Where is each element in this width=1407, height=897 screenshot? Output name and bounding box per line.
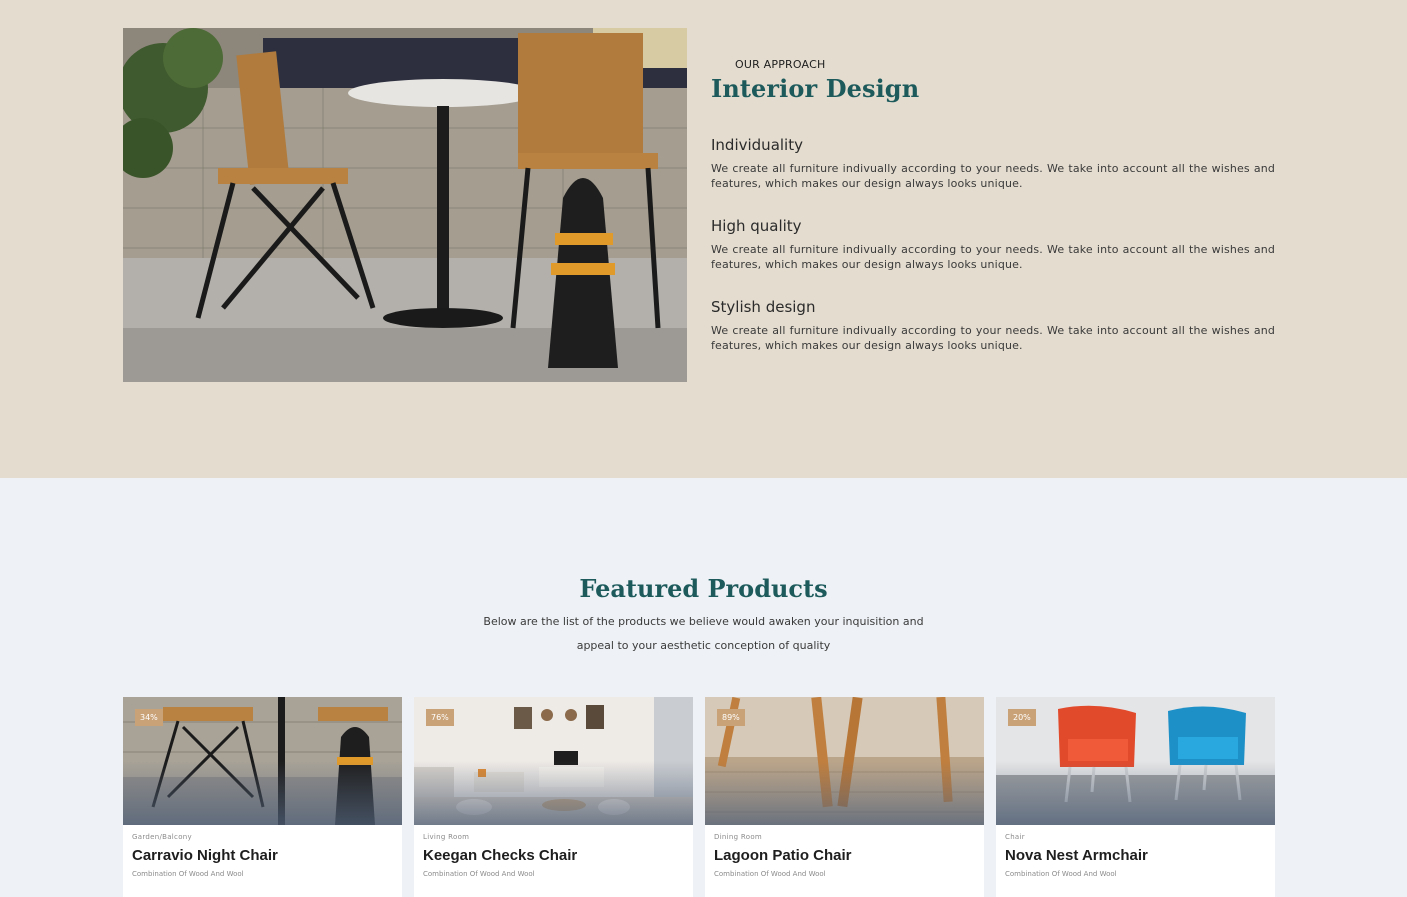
feature-stylish-design: Stylish design We create all furniture i… — [711, 298, 1275, 353]
approach-section: OUR APPROACH Interior Design Individuali… — [0, 0, 1407, 478]
feature-high-quality: High quality We create all furniture ind… — [711, 217, 1275, 272]
featured-subtitle-line-2: appeal to your aesthetic conception of q… — [576, 639, 831, 652]
feature-title: High quality — [711, 217, 802, 235]
discount-badge: 89% — [717, 709, 745, 726]
feature-description: We create all furniture indivually accor… — [711, 162, 1275, 190]
product-description: Combination Of Wood And Wool — [714, 870, 826, 878]
feature-description: We create all furniture indivually accor… — [711, 243, 1275, 271]
discount-badge: 34% — [135, 709, 163, 726]
feature-individuality: Individuality We create all furniture in… — [711, 136, 1275, 191]
product-name[interactable]: Carravio Night Chair — [132, 847, 393, 864]
featured-title: Featured Products — [579, 574, 828, 603]
wooden-chair-legs-photo[interactable]: 89% — [705, 697, 984, 825]
featured-subtitle: Below are the list of the products we be… — [0, 610, 1407, 658]
product-description: Combination Of Wood And Wool — [132, 870, 244, 878]
eyebrow-label: OUR APPROACH — [735, 58, 826, 71]
featured-subtitle-line-1: Below are the list of the products we be… — [483, 615, 924, 628]
feature-description: We create all furniture indivually accor… — [711, 324, 1275, 352]
product-name[interactable]: Lagoon Patio Chair — [714, 847, 975, 864]
card-body: Chair Nova Nest Armchair Combination Of … — [996, 825, 1275, 886]
patio-chair-photo[interactable]: 34% — [123, 697, 402, 825]
section-title: Interior Design — [711, 74, 920, 103]
product-description: Combination Of Wood And Wool — [1005, 870, 1117, 878]
product-name[interactable]: Keegan Checks Chair — [423, 847, 684, 864]
product-category[interactable]: Dining Room — [714, 833, 975, 841]
product-card[interactable]: 20% Chair Nova Nest Armchair Combination… — [996, 697, 1275, 897]
card-body: Living Room Keegan Checks Chair Combinat… — [414, 825, 693, 886]
product-category[interactable]: Chair — [1005, 833, 1266, 841]
product-category[interactable]: Garden/Balcony — [132, 833, 393, 841]
product-card[interactable]: 34% Garden/Balcony Carravio Night Chair … — [123, 697, 402, 897]
card-body: Garden/Balcony Carravio Night Chair Comb… — [123, 825, 402, 886]
product-card[interactable]: 89% Dining Room Lagoon Patio Chair Combi… — [705, 697, 984, 897]
product-name[interactable]: Nova Nest Armchair — [1005, 847, 1266, 864]
card-body: Dining Room Lagoon Patio Chair Combinati… — [705, 825, 984, 886]
armchairs-photo[interactable]: 20% — [996, 697, 1275, 825]
approach-text: OUR APPROACH Interior Design Individuali… — [711, 58, 1275, 352]
product-cards: 34% Garden/Balcony Carravio Night Chair … — [123, 697, 1275, 897]
discount-badge: 76% — [426, 709, 454, 726]
feature-title: Stylish design — [711, 298, 816, 316]
product-description: Combination Of Wood And Wool — [423, 870, 535, 878]
feature-title: Individuality — [711, 136, 803, 154]
featured-products-section: Featured Products Below are the list of … — [0, 478, 1407, 897]
living-room-photo[interactable]: 76% — [414, 697, 693, 825]
patio-table-chairs-photo — [123, 28, 687, 382]
product-category[interactable]: Living Room — [423, 833, 684, 841]
discount-badge: 20% — [1008, 709, 1036, 726]
product-card[interactable]: 76% Living Room Keegan Checks Chair Comb… — [414, 697, 693, 897]
